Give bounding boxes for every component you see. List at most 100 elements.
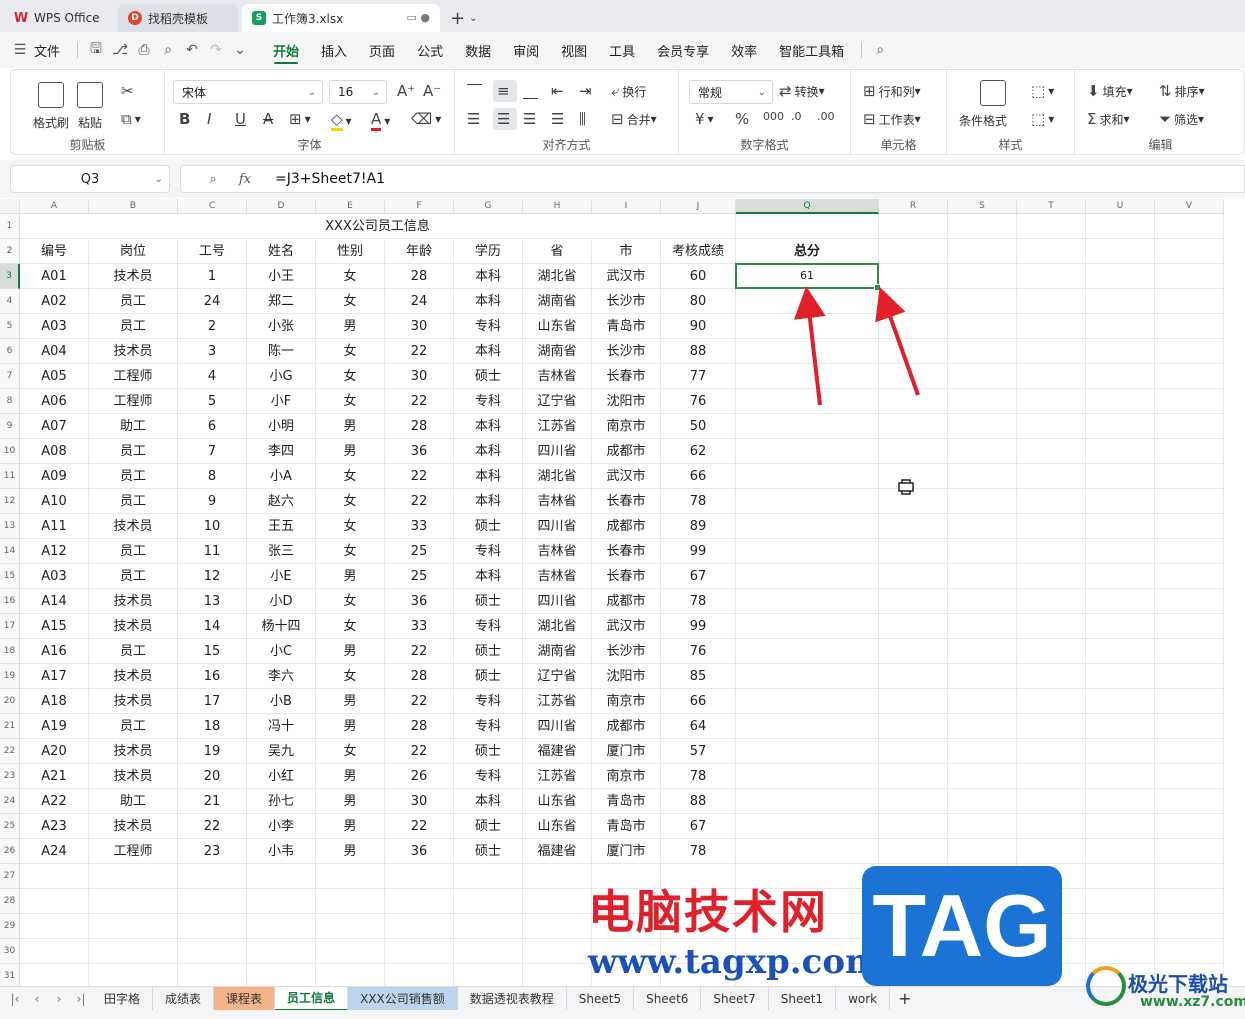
cell[interactable] <box>523 889 592 914</box>
table-cell[interactable]: A12 <box>20 539 89 564</box>
chevron-down-icon[interactable]: ⌄ <box>469 13 477 24</box>
table-cell[interactable]: A16 <box>20 639 89 664</box>
cell[interactable] <box>1155 339 1224 364</box>
cell[interactable] <box>736 339 879 364</box>
menu-page[interactable]: 页面 <box>358 32 406 68</box>
cell[interactable] <box>736 389 879 414</box>
cell[interactable] <box>879 739 948 764</box>
table-cell[interactable]: 福建省 <box>523 739 592 764</box>
cell[interactable] <box>523 964 592 986</box>
table-cell[interactable]: 15 <box>178 639 247 664</box>
align-left-icon[interactable]: ☰ <box>467 110 483 128</box>
formula-input[interactable]: ⌕ fx =J3+Sheet7!A1 <box>180 165 1245 193</box>
column-header[interactable]: B <box>89 199 178 214</box>
table-cell[interactable]: 技术员 <box>89 614 178 639</box>
cell[interactable] <box>736 664 879 689</box>
spreadsheet-grid[interactable]: A B C D E F G H I J Q R S T U V 1 2 3 4 5 6 7 8 9 10 11 12 13 14 15 16 1… <box>0 199 1245 986</box>
cell[interactable] <box>1155 539 1224 564</box>
cell[interactable] <box>1086 289 1155 314</box>
table-cell[interactable]: A07 <box>20 414 89 439</box>
cell[interactable] <box>454 914 523 939</box>
row-header[interactable]: 19 <box>0 664 20 689</box>
font-name-select[interactable]: 宋体 ⌄ <box>173 80 323 104</box>
table-cell[interactable]: 25 <box>385 564 454 589</box>
cell[interactable] <box>178 864 247 889</box>
decrease-font-icon[interactable]: A⁻ <box>423 82 444 100</box>
table-cell[interactable]: 专科 <box>454 764 523 789</box>
table-cell[interactable]: A04 <box>20 339 89 364</box>
cell[interactable] <box>1086 264 1155 289</box>
cell[interactable] <box>948 239 1017 264</box>
cell[interactable] <box>1017 289 1086 314</box>
cell[interactable] <box>20 939 89 964</box>
table-cell[interactable]: 男 <box>316 764 385 789</box>
cell[interactable] <box>1086 839 1155 864</box>
table-cell[interactable]: 男 <box>316 714 385 739</box>
table-cell[interactable]: 硕士 <box>454 814 523 839</box>
cell[interactable] <box>316 914 385 939</box>
cell[interactable] <box>1017 664 1086 689</box>
menu-home[interactable]: 开始 <box>262 32 310 68</box>
table-cell[interactable]: 长沙市 <box>592 289 661 314</box>
table-cell[interactable]: 18 <box>178 714 247 739</box>
cell[interactable] <box>879 689 948 714</box>
cell[interactable] <box>1086 939 1155 964</box>
sheet-tab[interactable]: 成绩表 <box>153 986 215 1011</box>
table-cell[interactable]: 24 <box>178 289 247 314</box>
cell[interactable] <box>1155 489 1224 514</box>
cell[interactable] <box>385 939 454 964</box>
cell[interactable] <box>1086 514 1155 539</box>
cell[interactable] <box>948 389 1017 414</box>
cell[interactable] <box>1086 814 1155 839</box>
row-header[interactable]: 13 <box>0 514 20 539</box>
table-cell[interactable]: 南京市 <box>592 689 661 714</box>
table-cell[interactable]: 青岛市 <box>592 789 661 814</box>
sheet-tab[interactable]: Sheet7 <box>701 986 769 1011</box>
row-header[interactable]: 11 <box>0 464 20 489</box>
cell[interactable] <box>454 864 523 889</box>
cell[interactable] <box>736 489 879 514</box>
table-cell[interactable]: 20 <box>178 764 247 789</box>
cell[interactable] <box>736 614 879 639</box>
table-cell[interactable]: 12 <box>178 564 247 589</box>
row-header[interactable]: 14 <box>0 539 20 564</box>
cell[interactable] <box>1086 589 1155 614</box>
table-cell[interactable]: 14 <box>178 614 247 639</box>
table-cell[interactable]: 专科 <box>454 539 523 564</box>
indent-decrease-icon[interactable]: ⇤ <box>551 82 567 100</box>
sheet-tab[interactable]: XXX公司销售额 <box>348 986 458 1011</box>
cell[interactable] <box>247 914 316 939</box>
cell[interactable] <box>1086 539 1155 564</box>
fill-color-icon[interactable]: ◇ ▾ <box>331 110 352 131</box>
cell[interactable] <box>736 689 879 714</box>
table-cell[interactable]: 11 <box>178 539 247 564</box>
menu-member[interactable]: 会员专享 <box>646 32 720 68</box>
cell[interactable] <box>736 589 879 614</box>
underline-icon[interactable]: U <box>235 110 249 128</box>
cell[interactable] <box>1017 764 1086 789</box>
cell[interactable] <box>1086 789 1155 814</box>
table-cell[interactable]: 辽宁省 <box>523 664 592 689</box>
table-cell[interactable]: 22 <box>385 464 454 489</box>
table-cell[interactable]: 57 <box>661 739 736 764</box>
cell[interactable] <box>1086 739 1155 764</box>
menu-file[interactable]: 文件 <box>32 32 71 68</box>
row-header[interactable]: 7 <box>0 364 20 389</box>
table-cell[interactable]: 孙七 <box>247 789 316 814</box>
cell[interactable] <box>879 264 948 289</box>
cell[interactable] <box>1086 914 1155 939</box>
cell[interactable] <box>247 864 316 889</box>
cell[interactable] <box>523 864 592 889</box>
italic-icon[interactable]: I <box>207 110 214 128</box>
table-cell[interactable]: 33 <box>385 614 454 639</box>
table-cell[interactable]: 员工 <box>89 539 178 564</box>
column-header[interactable]: F <box>385 199 454 214</box>
table-cell[interactable]: 辽宁省 <box>523 389 592 414</box>
table-cell[interactable]: 男 <box>316 564 385 589</box>
cell[interactable] <box>1155 364 1224 389</box>
cell[interactable] <box>1155 289 1224 314</box>
table-cell[interactable]: 22 <box>385 739 454 764</box>
cell[interactable] <box>1155 639 1224 664</box>
cell[interactable] <box>247 939 316 964</box>
row-header[interactable]: 26 <box>0 839 20 864</box>
